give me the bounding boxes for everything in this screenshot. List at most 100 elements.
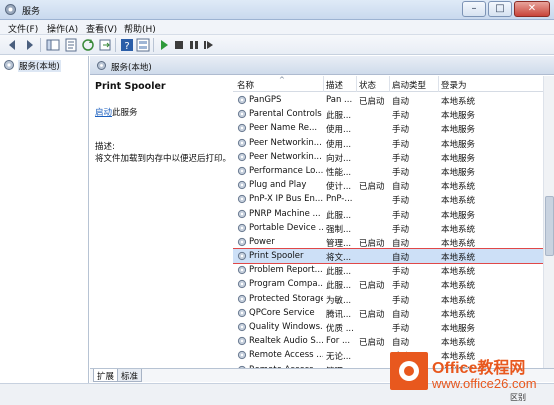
gear-icon bbox=[237, 237, 247, 246]
cell-logon: 本地服务 bbox=[441, 111, 476, 122]
table-row[interactable]: PanGPS Pan ... 已启动 自动 本地系统 bbox=[233, 93, 554, 107]
back-icon[interactable] bbox=[6, 38, 20, 52]
cell-logon: 本地系统 bbox=[441, 281, 476, 292]
gear-icon bbox=[237, 152, 247, 161]
cell-name: QPCore Service bbox=[249, 307, 315, 318]
cell-description: 使用... bbox=[326, 125, 352, 136]
table-row[interactable]: QPCore Service 腾讯... 已启动 自动 本地系统 bbox=[233, 306, 554, 320]
service-name-heading: Print Spooler bbox=[95, 81, 166, 92]
menu-help[interactable]: 帮助(H) bbox=[124, 22, 156, 35]
table-row[interactable]: Power 管理... 已启动 自动 本地系统 bbox=[233, 235, 554, 249]
cell-startup-type: 手动 bbox=[392, 167, 410, 178]
table-row[interactable]: Peer Networkin... 使用... 手动 本地服务 bbox=[233, 136, 554, 150]
column-header-startup-type[interactable]: 启动类型 bbox=[392, 79, 426, 91]
table-row-selected[interactable]: Print Spooler 将文... 自动 本地系统 bbox=[233, 248, 554, 265]
export-icon[interactable] bbox=[98, 38, 112, 52]
refresh-icon[interactable] bbox=[81, 38, 95, 52]
cell-description: 性能... bbox=[326, 167, 352, 178]
column-divider[interactable] bbox=[438, 76, 439, 92]
table-row[interactable]: Realtek Audio S... For ... 已启动 自动 本地系统 bbox=[233, 334, 554, 348]
cell-logon: 本地系统 bbox=[441, 253, 476, 264]
menu-action[interactable]: 操作(A) bbox=[47, 22, 78, 35]
column-header-description[interactable]: 描述 bbox=[326, 79, 343, 91]
table-row[interactable]: Plug and Play 使计... 已启动 自动 本地系统 bbox=[233, 178, 554, 192]
column-header-name[interactable]: 名称 bbox=[237, 79, 254, 91]
table-row[interactable]: Quality Windows... 优质 ... 手动 本地服务 bbox=[233, 320, 554, 334]
table-row[interactable]: Problem Report... 此服... 手动 本地系统 bbox=[233, 263, 554, 277]
show-hide-tree-icon[interactable] bbox=[46, 38, 60, 52]
cell-description: 此服... bbox=[326, 281, 352, 292]
column-divider[interactable] bbox=[356, 76, 357, 92]
service-details-panel: Print Spooler 启动此服务 描述: 将文件加载到内存中以便迟后打印。 bbox=[90, 76, 233, 371]
column-divider[interactable] bbox=[389, 76, 390, 92]
toolbar: ? bbox=[0, 35, 554, 55]
table-row[interactable]: Peer Name Re... 使用... 手动 本地服务 bbox=[233, 121, 554, 135]
tab-standard[interactable]: 标准 bbox=[117, 369, 143, 382]
services-list: 名称 ^ 描述 状态 启动类型 登录为 PanGPS Pan ... 已启动 自动 本地… bbox=[233, 76, 554, 371]
service-rows: PanGPS Pan ... 已启动 自动 本地系统 Parental Controls 此… bbox=[233, 93, 554, 371]
cell-name: Problem Report... bbox=[249, 265, 323, 276]
cell-status: 已启动 bbox=[359, 97, 385, 107]
gear-icon bbox=[237, 266, 247, 275]
table-row[interactable]: Protected Storage 为敏... 手动 本地系统 bbox=[233, 292, 554, 306]
maximize-button[interactable]: □ bbox=[488, 1, 512, 17]
pause-icon[interactable] bbox=[187, 38, 201, 52]
tab-extended[interactable]: 扩展 bbox=[93, 369, 119, 382]
cell-name: Peer Networkin... bbox=[249, 137, 322, 148]
close-button[interactable]: ✕ bbox=[514, 1, 550, 17]
cell-startup-type: 自动 bbox=[392, 309, 410, 320]
gear-icon bbox=[237, 280, 247, 289]
services-app-icon bbox=[5, 4, 16, 15]
restart-icon[interactable] bbox=[202, 38, 216, 52]
help-icon[interactable]: ? bbox=[120, 38, 134, 52]
cell-startup-type: 手动 bbox=[392, 224, 410, 235]
table-row[interactable]: Portable Device ... 强制... 手动 本地系统 bbox=[233, 221, 554, 235]
cell-name: Protected Storage bbox=[249, 293, 323, 304]
table-row[interactable]: Peer Networkin... 向对... 手动 本地服务 bbox=[233, 150, 554, 164]
cell-description: 将文... bbox=[326, 253, 352, 264]
toolbar-separator bbox=[40, 38, 41, 52]
table-row[interactable]: PnP-X IP Bus En... PnP-... 手动 本地系统 bbox=[233, 192, 554, 206]
window-title: 服务 bbox=[22, 7, 41, 17]
menu-view[interactable]: 查看(V) bbox=[86, 22, 117, 35]
cell-name: Plug and Play bbox=[249, 180, 307, 191]
cell-description: PnP-... bbox=[326, 194, 353, 205]
cell-description: 向对... bbox=[326, 153, 352, 164]
scrollbar-thumb[interactable] bbox=[545, 196, 554, 256]
cell-logon: 本地系统 bbox=[441, 238, 476, 249]
properties-icon[interactable] bbox=[64, 38, 78, 52]
cell-logon: 本地系统 bbox=[441, 309, 476, 320]
cell-status: 已启动 bbox=[359, 309, 385, 320]
gear-icon bbox=[237, 195, 247, 204]
table-row[interactable]: Parental Controls 此服... 手动 本地服务 bbox=[233, 107, 554, 121]
cell-startup-type: 手动 bbox=[392, 210, 410, 221]
menu-file[interactable]: 文件(F) bbox=[8, 22, 38, 35]
service-action-suffix: 此服务 bbox=[112, 108, 138, 118]
table-row[interactable]: Performance Lo... 性能... 手动 本地服务 bbox=[233, 164, 554, 178]
cell-name: Performance Lo... bbox=[249, 165, 323, 176]
pane-header-title: 服务(本地) bbox=[111, 63, 152, 73]
column-header-status[interactable]: 状态 bbox=[359, 79, 376, 91]
column-divider[interactable] bbox=[323, 76, 324, 92]
cell-name: Power bbox=[249, 236, 275, 247]
column-header-logon[interactable]: 登录为 bbox=[441, 79, 467, 91]
minimize-button[interactable]: – bbox=[462, 1, 486, 17]
cell-description: 优质 ... bbox=[326, 324, 354, 334]
cell-name: Peer Networkin... bbox=[249, 151, 322, 162]
cell-name: Portable Device ... bbox=[249, 222, 323, 233]
vertical-scrollbar[interactable] bbox=[543, 76, 554, 371]
cell-description: 使用... bbox=[326, 139, 352, 150]
cell-startup-type: 手动 bbox=[392, 139, 410, 150]
start-icon[interactable] bbox=[157, 38, 171, 52]
cell-startup-type: 手动 bbox=[392, 196, 410, 207]
cell-startup-type: 手动 bbox=[392, 111, 410, 122]
table-row[interactable]: PNRP Machine ... 此服... 手动 本地服务 bbox=[233, 207, 554, 221]
stop-icon[interactable] bbox=[172, 38, 186, 52]
tree-pane: 服务(本地) bbox=[0, 56, 89, 405]
forward-icon[interactable] bbox=[22, 38, 36, 52]
start-service-link[interactable]: 启动 bbox=[95, 108, 112, 118]
cell-name: PnP-X IP Bus En... bbox=[249, 194, 323, 205]
table-row[interactable]: Program Compa... 此服... 已启动 手动 本地系统 bbox=[233, 277, 554, 291]
toolbar-separator bbox=[153, 38, 154, 52]
view-icon[interactable] bbox=[136, 38, 150, 52]
